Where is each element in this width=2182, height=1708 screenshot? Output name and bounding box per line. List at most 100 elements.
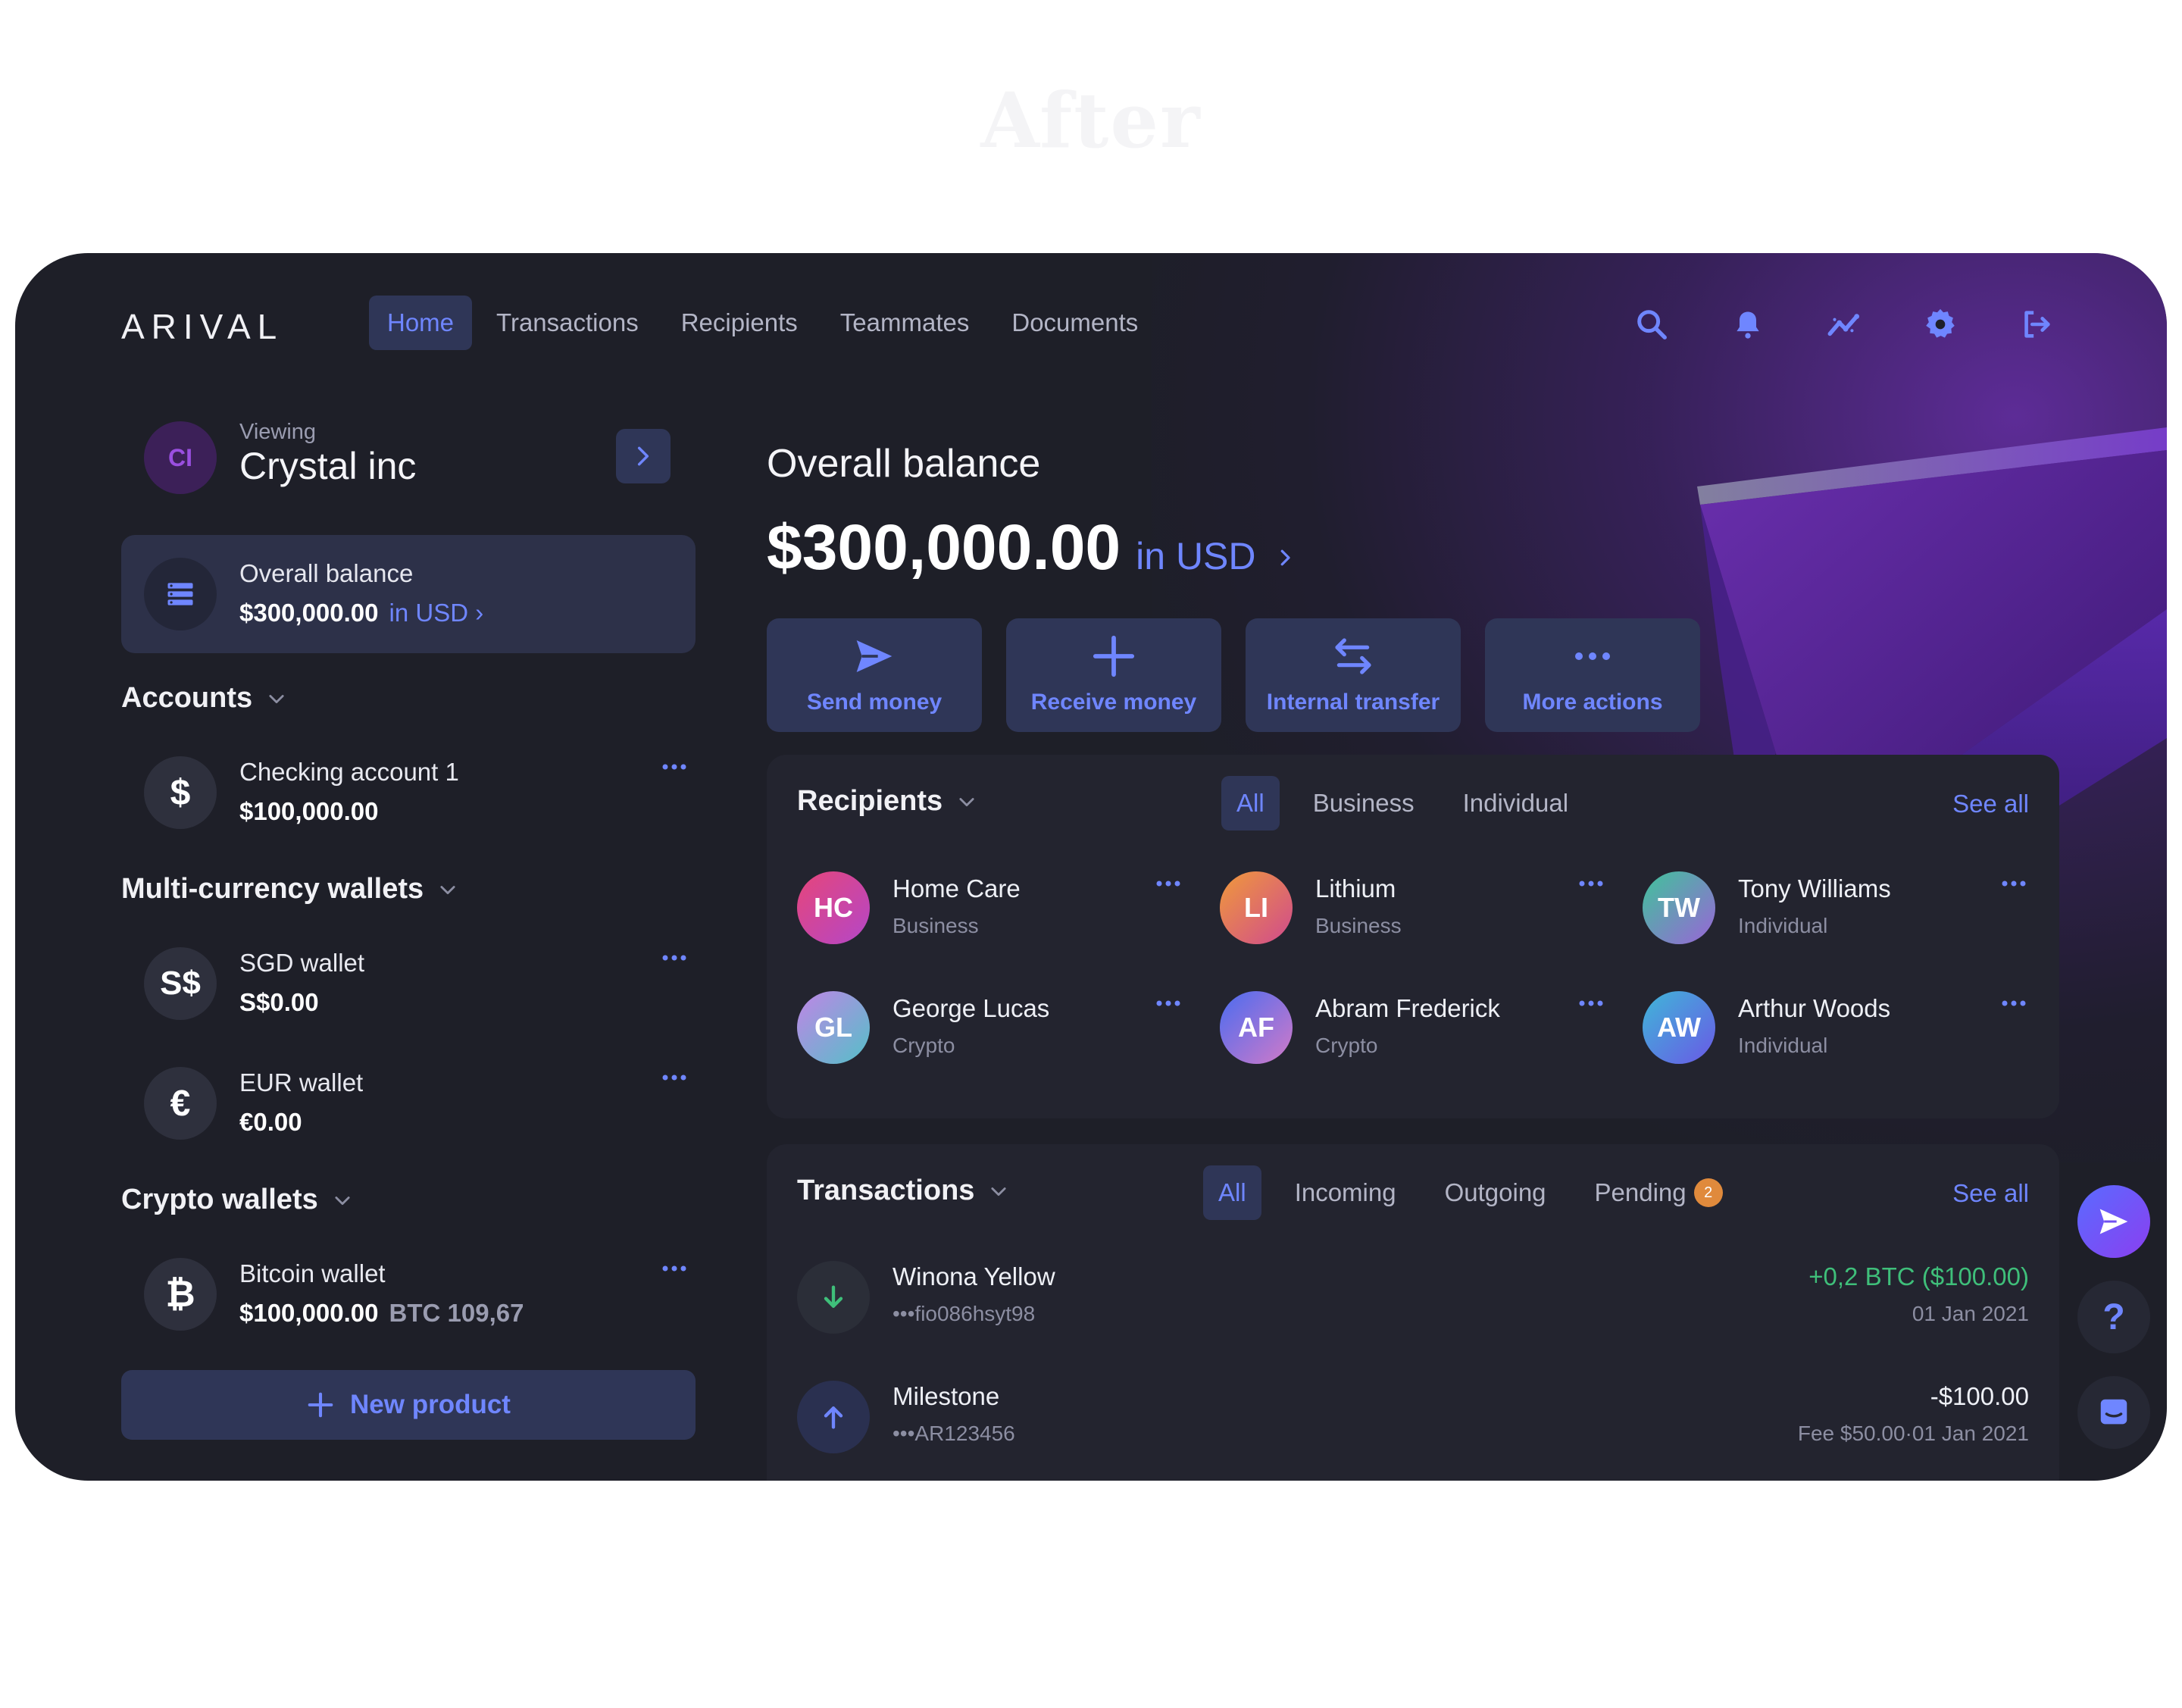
more-options-icon[interactable]	[1153, 876, 1183, 891]
app-logo[interactable]: ARIVAL	[121, 306, 283, 347]
nav-recipients[interactable]: Recipients	[663, 296, 816, 350]
nav-home[interactable]: Home	[369, 296, 473, 350]
balance-label: Overall balance	[239, 559, 414, 587]
chat-button[interactable]	[2077, 1376, 2150, 1449]
transaction-amount: -$100.00	[1930, 1382, 2029, 1410]
more-options-icon[interactable]	[1999, 876, 2029, 891]
receive-money-button[interactable]: Receive money	[1006, 618, 1221, 732]
plus-icon	[308, 1392, 333, 1418]
logout-icon[interactable]	[2014, 302, 2059, 347]
internal-transfer-button[interactable]: Internal transfer	[1246, 618, 1461, 732]
chevron-right-icon	[1281, 549, 1291, 566]
recipient-card[interactable]: TW Tony Williams Individual	[1643, 871, 2037, 947]
tab-all[interactable]: All	[1203, 1165, 1261, 1220]
plus-icon	[1093, 635, 1135, 677]
recipient-name: Abram Frederick	[1315, 994, 1500, 1022]
wallet-name: EUR wallet	[239, 1068, 364, 1096]
crypto-title: Crypto wallets	[121, 1184, 318, 1215]
tab-individual[interactable]: Individual	[1448, 776, 1583, 831]
wallet-item[interactable]: € EUR wallet €0.00	[144, 1067, 697, 1143]
more-options-icon[interactable]	[1153, 996, 1183, 1011]
crypto-wallet-item[interactable]: ₿ Bitcoin wallet $100,000.00 BTC 109,67	[144, 1258, 697, 1334]
account-item[interactable]: $ Checking account 1 $100,000.00	[144, 756, 697, 832]
nav-transactions[interactable]: Transactions	[478, 296, 657, 350]
recipient-type: Individual	[1738, 914, 1828, 937]
recipient-card[interactable]: AF Abram Frederick Crypto	[1220, 991, 1614, 1067]
balance-currency-link[interactable]: in USD ›	[389, 599, 484, 627]
recipient-type: Crypto	[892, 1034, 955, 1057]
quick-send-button[interactable]	[2077, 1185, 2150, 1258]
quick-actions: Send money Receive money Internal transf…	[767, 618, 1700, 732]
avatar: LI	[1220, 871, 1293, 944]
more-options-icon[interactable]	[1999, 996, 2029, 1011]
wallet-item[interactable]: S$ SGD wallet S$0.00	[144, 947, 697, 1023]
more-actions-button[interactable]: More actions	[1485, 618, 1700, 732]
balance-value: $300,000.00 in USD ›	[239, 599, 483, 627]
recipient-card[interactable]: GL George Lucas Crypto	[797, 991, 1191, 1067]
transfer-icon	[1335, 638, 1371, 674]
recipient-card[interactable]: HC Home Care Business	[797, 871, 1191, 947]
recipient-type: Business	[1315, 914, 1402, 937]
more-options-icon[interactable]	[1576, 876, 1606, 891]
transaction-name: Winona Yellow	[892, 1262, 1055, 1290]
transaction-row[interactable]: Milestone •••AR123456 -$100.00 Fee $50.0…	[797, 1379, 2029, 1455]
bitcoin-icon: ₿	[144, 1258, 217, 1331]
accounts-title: Accounts	[121, 682, 253, 714]
more-options-icon[interactable]	[1576, 996, 1606, 1011]
crypto-wallet-amount-row: $100,000.00 BTC 109,67	[239, 1299, 524, 1328]
chevron-right-icon	[637, 446, 649, 466]
help-button[interactable]: ?	[2077, 1281, 2150, 1353]
sidebar-overall-balance[interactable]: Overall balance $300,000.00 in USD ›	[121, 535, 696, 653]
crypto-section-toggle[interactable]: Crypto wallets	[121, 1184, 353, 1216]
avatar: GL	[797, 991, 870, 1064]
recipient-card[interactable]: AW Arthur Woods Individual	[1643, 991, 2037, 1067]
tab-outgoing[interactable]: Outgoing	[1430, 1165, 1561, 1220]
tab-incoming[interactable]: Incoming	[1280, 1165, 1411, 1220]
transactions-see-all-link[interactable]: See all	[1952, 1179, 2029, 1208]
new-product-button[interactable]: New product	[121, 1370, 696, 1440]
recipient-card[interactable]: LI Lithium Business	[1220, 871, 1614, 947]
tab-business[interactable]: Business	[1298, 776, 1430, 831]
bell-icon[interactable]	[1725, 302, 1771, 347]
recipients-see-all-link[interactable]: See all	[1952, 790, 2029, 818]
dollar-icon: $	[144, 756, 217, 829]
accounts-section-toggle[interactable]: Accounts	[121, 682, 287, 715]
tab-all[interactable]: All	[1221, 776, 1280, 831]
more-options-icon[interactable]	[659, 1070, 689, 1085]
currency-selector[interactable]: in USD	[1136, 535, 1296, 577]
pending-label: Pending	[1594, 1178, 1687, 1206]
more-options-icon[interactable]	[659, 950, 689, 965]
euro-icon: €	[144, 1067, 217, 1140]
wallets-section-toggle[interactable]: Multi-currency wallets	[121, 873, 458, 906]
more-options-icon[interactable]	[659, 1261, 689, 1276]
switch-company-button[interactable]	[616, 429, 671, 483]
chat-icon	[2100, 1399, 2127, 1425]
recipient-name: Arthur Woods	[1738, 994, 1891, 1022]
company-avatar: CI	[144, 421, 217, 494]
incoming-arrow-icon	[797, 1261, 870, 1334]
gear-icon[interactable]	[1918, 302, 1963, 347]
nav-teammates[interactable]: Teammates	[822, 296, 988, 350]
crypto-wallet-name: Bitcoin wallet	[239, 1259, 386, 1287]
balance-icon	[144, 558, 217, 630]
transaction-ref: •••fio086hsyt98	[892, 1302, 1036, 1325]
send-money-button[interactable]: Send money	[767, 618, 982, 732]
send-money-label: Send money	[806, 690, 943, 715]
recipients-title-toggle[interactable]: Recipients	[797, 785, 977, 818]
avatar: HC	[797, 871, 870, 944]
recipient-name: Lithium	[1315, 874, 1396, 902]
analytics-icon[interactable]	[1821, 302, 1867, 347]
avatar: AW	[1643, 991, 1715, 1064]
tab-pending[interactable]: Pending 2	[1580, 1165, 1738, 1220]
transaction-row[interactable]: Winona Yellow •••fio086hsyt98 +0,2 BTC (…	[797, 1259, 2029, 1335]
search-icon[interactable]	[1629, 302, 1674, 347]
nav-documents[interactable]: Documents	[993, 296, 1156, 350]
recipient-type: Business	[892, 914, 979, 937]
transactions-title-toggle[interactable]: Transactions	[797, 1175, 1009, 1207]
account-amount: $100,000.00	[239, 797, 379, 825]
internal-transfer-label: Internal transfer	[1266, 690, 1440, 715]
more-actions-label: More actions	[1522, 690, 1663, 715]
transactions-title: Transactions	[797, 1175, 975, 1206]
more-options-icon[interactable]	[659, 759, 689, 774]
recipient-name: George Lucas	[892, 994, 1050, 1022]
